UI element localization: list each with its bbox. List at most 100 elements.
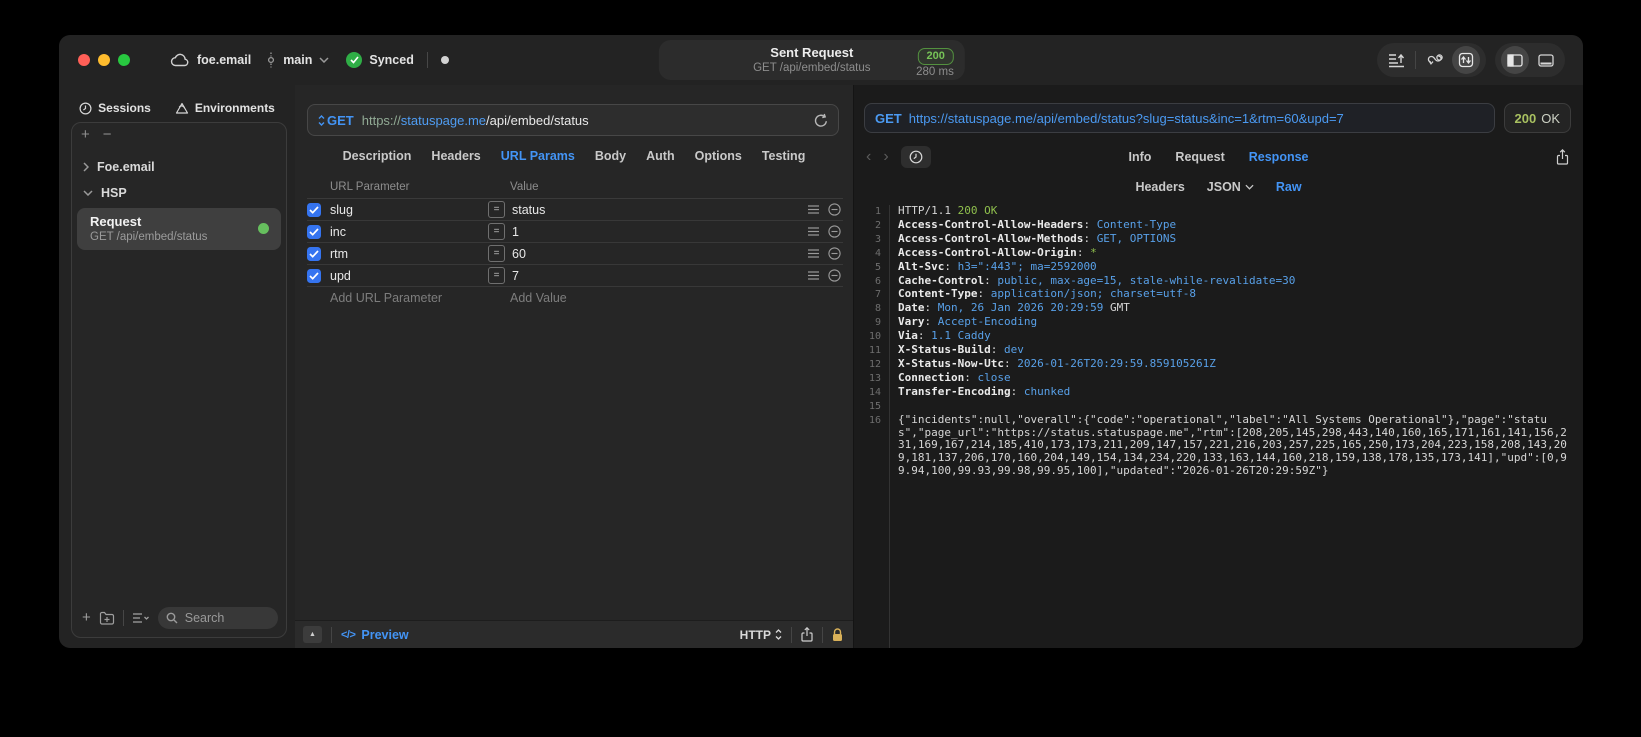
expand-panel-button[interactable]: ▲ [303,626,322,643]
add-value[interactable]: Add Value [510,291,567,305]
response-line: 9 Vary: Accept-Encoding [854,315,1583,330]
url-bar[interactable]: GET https://statuspage.me/api/embed/stat… [307,104,839,136]
zoom-window-button[interactable] [118,54,130,66]
gutter-divider [889,205,890,648]
response-tab-response[interactable]: Response [1249,150,1309,164]
add-param-row[interactable]: Add URL Parameter Add Value [307,287,843,309]
line-text: {"incidents":null,"overall":{"code":"ope… [898,412,1567,478]
line-number: 3 [874,233,881,245]
sent-request-summary[interactable]: Sent Request GET /api/embed/status 200 2… [658,40,965,80]
new-request-button[interactable]: + [82,610,91,625]
import-icon[interactable] [1383,47,1409,73]
param-name-input[interactable]: rtm [330,247,488,261]
drag-handle-icon[interactable] [808,249,819,258]
toggle-bottom-panel-icon[interactable] [1533,47,1559,73]
branch-name[interactable]: main [283,53,312,67]
drag-handle-icon[interactable] [808,205,819,214]
search-icon [166,612,178,624]
response-subtab-raw[interactable]: Raw [1276,180,1302,194]
tab-description[interactable]: Description [343,149,412,163]
divider [791,626,792,643]
response-subtab-json[interactable]: JSON [1207,180,1254,194]
project-name[interactable]: foe.email [197,53,251,67]
add-session-button[interactable]: + [81,127,90,142]
param-checkbox[interactable] [307,202,321,217]
app-window: foe.email main Synced Sent Request GET /… [59,35,1583,648]
tab-headers[interactable]: Headers [431,149,480,163]
param-name-input[interactable]: inc [330,225,488,239]
param-name-input[interactable]: upd [330,269,488,283]
search-input[interactable] [182,610,270,626]
param-checkbox[interactable] [307,224,321,239]
param-checkbox[interactable] [307,246,321,261]
response-body[interactable]: 1 HTTP/1.1 200 OK 2 Access-Control-Allow-He… [854,205,1583,648]
tab-testing[interactable]: Testing [762,149,806,163]
lock-icon[interactable] [832,627,843,642]
tab-url-params[interactable]: URL Params [501,149,575,163]
drag-handle-icon[interactable] [808,271,819,280]
link-loop-icon[interactable] [1422,47,1448,73]
tab-sessions[interactable]: Sessions [79,101,151,115]
tab-sessions-label: Sessions [98,101,151,115]
param-value-input[interactable]: 60 [512,247,808,261]
tab-environments[interactable]: Environments [175,101,275,115]
toggle-left-panel-icon[interactable] [1501,46,1529,74]
share-icon[interactable] [801,627,813,642]
export-share-icon[interactable] [1556,149,1569,165]
traffic-lights [78,54,130,66]
chevron-down-icon[interactable] [319,57,329,63]
tab-options[interactable]: Options [695,149,742,163]
param-value-input[interactable]: 7 [512,269,808,283]
line-text: Via: 1.1 Caddy [898,329,991,343]
search-box[interactable] [157,607,278,629]
remove-session-button[interactable]: − [103,127,112,142]
response-url-pill[interactable]: GET https://statuspage.me/api/embed/stat… [864,103,1495,133]
remove-row-icon[interactable] [828,225,841,238]
remove-row-icon[interactable] [828,269,841,282]
tree-group-foe-email[interactable]: Foe.email [72,154,286,180]
request-list-item-selected[interactable]: Request GET /api/embed/status [77,208,281,250]
close-window-button[interactable] [78,54,90,66]
param-checkbox[interactable] [307,268,321,283]
protocol-selector[interactable]: HTTP [740,628,782,642]
new-folder-icon[interactable] [99,611,115,625]
line-text: Access-Control-Allow-Methods: GET, OPTIO… [898,231,1177,245]
protocol-label: HTTP [739,627,771,642]
add-url-parameter[interactable]: Add URL Parameter [330,291,510,305]
minimize-window-button[interactable] [98,54,110,66]
line-text: Access-Control-Allow-Origin: * [898,245,1097,259]
tab-body[interactable]: Body [595,149,626,163]
tree-group-hsp[interactable]: HSP [72,180,286,206]
sessions-panel: + − Foe.email HSP Request GET /api/embed… [71,122,287,638]
desktop: { "titlebar": { "project": "foe.email", … [0,0,1641,737]
sync-check-icon [346,52,363,68]
divider [426,52,428,68]
params-table-header: URL Parameter Value [307,176,843,199]
response-tab-info[interactable]: Info [1129,150,1152,164]
response-subtab-headers[interactable]: Headers [1135,180,1184,194]
line-text: Transfer-Encoding: chunked [898,384,1071,398]
sidebar-footer: + [72,601,286,637]
param-name-input[interactable]: slug [330,203,488,217]
preview-button[interactable]: </> Preview [341,628,409,642]
resend-refresh-icon[interactable] [814,113,828,128]
response-tabs: Info Request Response [854,150,1583,164]
line-text: Connection: close [898,370,1011,384]
response-nav: ‹ › Info Request Response [854,141,1583,173]
drag-handle-icon[interactable] [808,227,819,236]
editor-footer: ▲ </> Preview HTTP [295,620,853,648]
params-table: URL Parameter Value slug = status inc = 1 rtm =… [307,176,843,648]
sort-list-icon[interactable] [132,612,150,624]
send-sync-icon[interactable] [1452,46,1480,74]
tab-auth[interactable]: Auth [646,149,674,163]
param-value-input[interactable]: 1 [512,225,808,239]
line-text: Content-Type: application/json; charset=… [898,287,1197,301]
method-selector[interactable]: GET [318,113,354,128]
response-tab-request[interactable]: Request [1175,150,1224,164]
request-item-subtitle: GET /api/embed/status [90,231,208,243]
unsaved-dot [440,56,449,64]
param-value-input[interactable]: status [512,203,808,217]
line-text: X-Status-Now-Utc: 2026-01-26T20:29:59.85… [898,356,1216,370]
remove-row-icon[interactable] [828,203,841,216]
remove-row-icon[interactable] [828,247,841,260]
